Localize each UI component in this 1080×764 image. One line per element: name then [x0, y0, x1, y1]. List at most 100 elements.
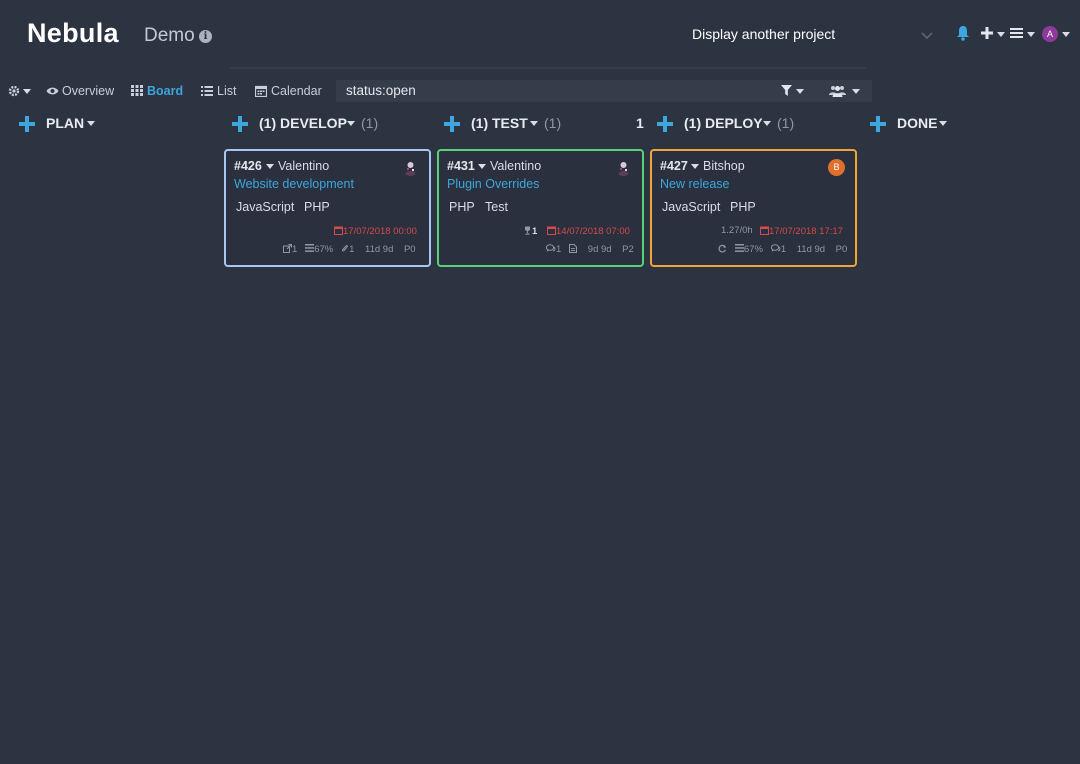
caret-down-icon	[1027, 32, 1035, 37]
filter-funnel-icon	[781, 85, 792, 96]
info-icon[interactable]: i	[199, 30, 212, 43]
tab-overview-label: Overview	[62, 84, 115, 98]
card-title-link[interactable]: Website development	[234, 177, 354, 191]
project-switcher[interactable]: Display another project	[681, 22, 943, 48]
card-stats: 1 9d 9d P2	[545, 243, 634, 255]
caret-down-icon	[852, 89, 860, 94]
add-card-plus-icon[interactable]	[657, 116, 673, 132]
column-header-deploy: (1) DEPLOY (1)	[657, 114, 807, 134]
comments-icon	[545, 244, 556, 252]
tab-board[interactable]: Board	[131, 83, 185, 99]
filter-menu-button[interactable]	[781, 83, 807, 99]
tag[interactable]: PHP	[449, 200, 475, 214]
card-id[interactable]: #431	[447, 159, 475, 173]
refresh-icon	[718, 244, 727, 253]
card-title-link[interactable]: New release	[660, 177, 729, 191]
caret-down-icon[interactable]	[763, 121, 771, 126]
user-menu-button[interactable]: A	[1042, 25, 1072, 43]
card-owner: Valentino	[490, 159, 542, 173]
add-card-plus-icon[interactable]	[870, 116, 886, 132]
checklist-icon	[305, 244, 315, 252]
checklist-icon	[734, 244, 744, 252]
caret-down-icon[interactable]	[266, 164, 274, 169]
notifications-button[interactable]	[956, 25, 970, 43]
caret-down-icon[interactable]	[530, 121, 538, 126]
tag[interactable]: PHP	[304, 200, 330, 214]
task-card[interactable]: #427 Bitshop B New release JavaScript PH…	[650, 149, 857, 267]
comments-icon	[770, 244, 781, 252]
card-id[interactable]: #427	[660, 159, 688, 173]
board-grid-icon	[131, 85, 143, 96]
tab-list-label: List	[217, 84, 237, 98]
card-title-link[interactable]: Plugin Overrides	[447, 177, 539, 191]
filter-search-input[interactable]: status:open	[336, 80, 872, 102]
caret-down-icon[interactable]	[347, 121, 355, 126]
paperclip-icon	[342, 245, 349, 252]
chevron-down-icon	[921, 32, 933, 40]
column-header-plan: PLAN	[19, 114, 129, 134]
tag[interactable]: Test	[485, 200, 508, 214]
external-link-icon	[283, 244, 292, 253]
tag[interactable]: JavaScript	[662, 200, 720, 214]
tag[interactable]: PHP	[730, 200, 756, 214]
card-id[interactable]: #426	[234, 159, 262, 173]
due-date-text: 14/07/2018 07:00	[556, 226, 630, 237]
card-stats: 1 67% 1 11d 9d P0	[283, 243, 416, 255]
hamburger-icon	[1010, 28, 1023, 38]
due-date-text: 17/07/2018 17:17	[769, 226, 843, 237]
caret-down-icon[interactable]	[691, 164, 699, 169]
card-owner: Bitshop	[703, 159, 745, 173]
column-header-test: (1) TEST (1)	[444, 114, 574, 134]
wip-limit-badge: 1	[636, 115, 644, 131]
column-card-count: (1)	[544, 115, 562, 131]
brand-logo[interactable]: Nebula	[27, 18, 119, 49]
column-card-count: (1)	[361, 115, 379, 131]
avatar[interactable]	[615, 159, 632, 176]
create-menu-button[interactable]	[981, 25, 1007, 43]
list-icon	[201, 86, 213, 96]
tab-calendar[interactable]: Calendar	[255, 83, 325, 99]
tab-calendar-label: Calendar	[271, 84, 322, 98]
main-menu-button[interactable]	[1010, 25, 1038, 43]
tag[interactable]: JavaScript	[236, 200, 294, 214]
avatar[interactable]: B	[828, 159, 845, 176]
add-card-plus-icon[interactable]	[19, 116, 35, 132]
avatar: A	[1042, 26, 1058, 42]
bell-icon	[957, 26, 969, 41]
due-date: 17/07/2018 00:00	[334, 225, 417, 237]
add-card-plus-icon[interactable]	[444, 116, 460, 132]
column-title[interactable]: DONE	[897, 115, 937, 131]
caret-down-icon[interactable]	[87, 121, 95, 126]
caret-down-icon	[1062, 32, 1070, 37]
tab-list[interactable]: List	[201, 83, 241, 99]
caret-down-icon[interactable]	[478, 164, 486, 169]
column-title[interactable]: PLAN	[46, 115, 84, 131]
caret-down-icon	[23, 89, 31, 94]
tab-overview[interactable]: Overview	[46, 83, 116, 99]
caret-down-icon[interactable]	[939, 121, 947, 126]
task-card[interactable]: #426 Valentino Website development JavaS…	[224, 149, 431, 267]
task-card[interactable]: #431 Valentino Plugin Overrides PHP Test…	[437, 149, 644, 267]
settings-menu-button[interactable]	[8, 83, 32, 99]
document-icon	[569, 244, 578, 253]
calendar-icon	[334, 226, 343, 235]
calendar-icon	[547, 226, 556, 235]
due-date-text: 17/07/2018 00:00	[343, 226, 417, 237]
calendar-icon	[760, 226, 769, 235]
header-divider	[230, 67, 866, 69]
add-card-plus-icon[interactable]	[232, 116, 248, 132]
users-group-icon	[829, 86, 846, 97]
column-title[interactable]: (1) TEST	[471, 115, 528, 131]
members-filter-button[interactable]	[829, 83, 861, 99]
milestone-count: 1	[523, 225, 537, 237]
card-owner: Valentino	[278, 159, 330, 173]
top-header: Nebula Demo i Display another project A	[0, 0, 1080, 68]
column-card-count: (1)	[777, 115, 795, 131]
trophy-icon	[525, 226, 530, 235]
column-header-develop: (1) DEVELOP (1)	[232, 114, 392, 134]
project-switcher-label: Display another project	[692, 26, 836, 42]
column-title[interactable]: (1) DEPLOY	[684, 115, 763, 131]
tab-board-label: Board	[147, 84, 184, 98]
column-title[interactable]: (1) DEVELOP	[259, 115, 347, 131]
avatar[interactable]	[402, 159, 419, 176]
